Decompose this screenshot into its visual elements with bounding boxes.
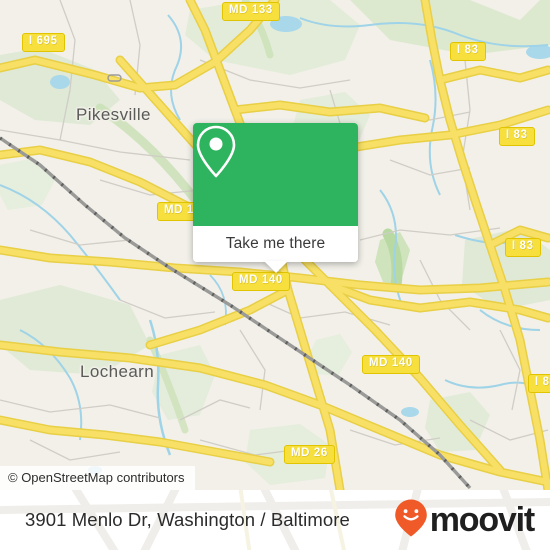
highway-shield-i-83-east[interactable]: I 83	[505, 238, 541, 257]
moovit-smiley-pin-icon	[394, 498, 428, 543]
footer-bar: 3901 Menlo Dr, Washington / Baltimore mo…	[0, 490, 550, 550]
place-label-pikesville: Pikesville	[76, 105, 151, 124]
map-screenshot: Pikesville Lochearn MD 133 I 695 I 83 I …	[0, 0, 550, 550]
highway-shield-md-133[interactable]: MD 133	[222, 2, 280, 21]
popup-cta-area[interactable]: Take me there	[193, 226, 358, 273]
location-address: 3901 Menlo Dr, Washington / Baltimore	[25, 509, 350, 530]
destination-popup-card[interactable]: Take me there	[193, 123, 358, 273]
highway-shield-md-26[interactable]: MD 26	[284, 445, 335, 464]
highway-shield-md-140-center[interactable]: MD 140	[232, 272, 290, 291]
highway-shield-md-140-east[interactable]: MD 140	[362, 355, 420, 374]
moovit-brand[interactable]: moovit	[394, 498, 535, 543]
popup-icon-area	[193, 123, 358, 226]
highway-shield-i-83-mid[interactable]: I 83	[499, 127, 535, 146]
popup-pointer-tail	[263, 261, 288, 273]
highway-shield-i-83-north[interactable]: I 83	[450, 42, 486, 61]
map-attribution[interactable]: © OpenStreetMap contributors	[0, 466, 195, 490]
highway-shield-i-83-southeast[interactable]: I 8	[528, 374, 550, 393]
moovit-wordmark: moovit	[429, 501, 535, 539]
take-me-there-label: Take me there	[225, 235, 326, 252]
place-label-lochearn: Lochearn	[80, 362, 155, 381]
highway-shield-i-695[interactable]: I 695	[22, 33, 65, 52]
map-canvas[interactable]: Pikesville Lochearn MD 133 I 695 I 83 I …	[0, 0, 550, 490]
